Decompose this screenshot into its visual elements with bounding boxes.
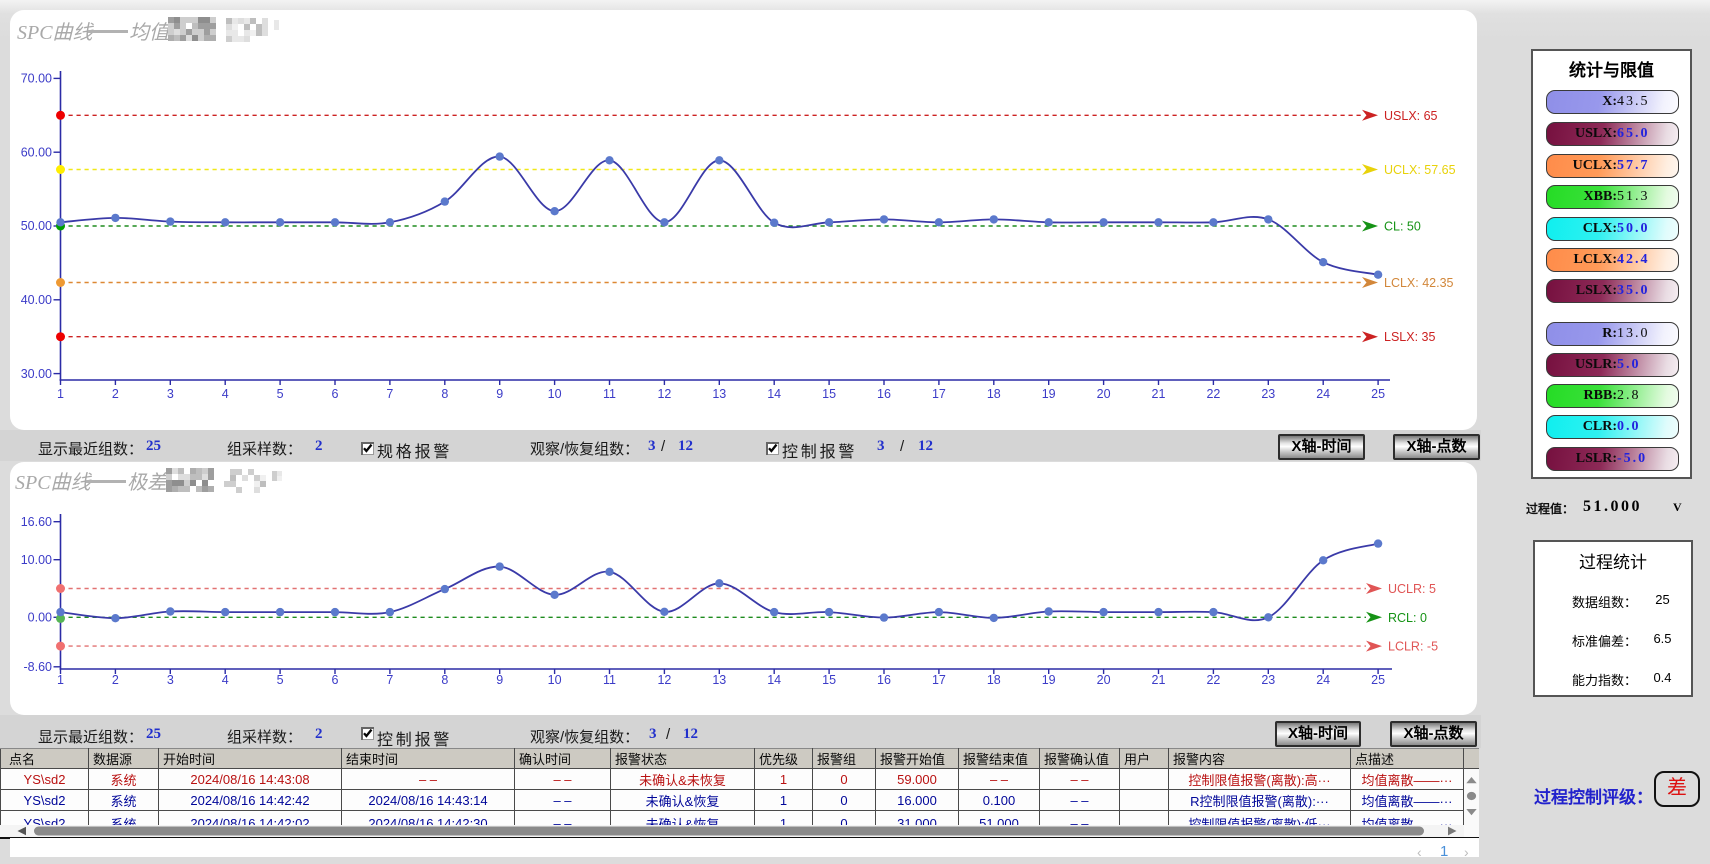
svg-text:15: 15 bbox=[822, 387, 836, 401]
svg-text:13: 13 bbox=[712, 673, 726, 687]
svg-text:11: 11 bbox=[603, 387, 616, 401]
svg-text:1: 1 bbox=[57, 387, 64, 401]
svg-text:18: 18 bbox=[987, 673, 1001, 687]
svg-text:9: 9 bbox=[496, 387, 503, 401]
svg-text:22: 22 bbox=[1206, 387, 1220, 401]
svg-text:UCLR: 5: UCLR: 5 bbox=[1388, 582, 1436, 596]
svg-text:9: 9 bbox=[496, 673, 503, 687]
svg-text:25: 25 bbox=[1371, 673, 1385, 687]
svg-text:8: 8 bbox=[441, 387, 448, 401]
svg-text:24: 24 bbox=[1316, 387, 1330, 401]
svg-text:7: 7 bbox=[386, 387, 393, 401]
svg-text:15: 15 bbox=[822, 673, 836, 687]
svg-text:16: 16 bbox=[877, 387, 891, 401]
svg-text:23: 23 bbox=[1261, 387, 1275, 401]
svg-text:30.00: 30.00 bbox=[21, 367, 52, 381]
svg-text:10: 10 bbox=[548, 673, 562, 687]
svg-text:12: 12 bbox=[657, 673, 671, 687]
svg-text:16: 16 bbox=[877, 673, 891, 687]
svg-text:UCLX: 57.65: UCLX: 57.65 bbox=[1384, 163, 1456, 177]
svg-text:40.00: 40.00 bbox=[21, 293, 52, 307]
svg-text:6: 6 bbox=[332, 387, 339, 401]
svg-text:4: 4 bbox=[222, 387, 229, 401]
svg-text:LCLX: 42.35: LCLX: 42.35 bbox=[1384, 276, 1454, 290]
svg-text:10.00: 10.00 bbox=[21, 553, 52, 567]
svg-text:LSLX: 35: LSLX: 35 bbox=[1384, 330, 1435, 344]
svg-text:13: 13 bbox=[712, 387, 726, 401]
svg-text:5: 5 bbox=[277, 387, 284, 401]
svg-text:RCL: 0: RCL: 0 bbox=[1388, 611, 1427, 625]
svg-text:-8.60: -8.60 bbox=[24, 660, 53, 674]
svg-text:21: 21 bbox=[1152, 387, 1166, 401]
svg-text:5: 5 bbox=[277, 673, 284, 687]
svg-text:10: 10 bbox=[548, 387, 562, 401]
svg-text:2: 2 bbox=[112, 387, 119, 401]
svg-text:3: 3 bbox=[167, 387, 174, 401]
svg-text:50.00: 50.00 bbox=[21, 219, 52, 233]
svg-text:24: 24 bbox=[1316, 673, 1330, 687]
svg-text:LCLR: -5: LCLR: -5 bbox=[1388, 640, 1438, 654]
svg-text:1: 1 bbox=[57, 673, 64, 687]
svg-text:3: 3 bbox=[167, 673, 174, 687]
svg-text:USLX: 65: USLX: 65 bbox=[1384, 109, 1438, 123]
svg-text:18: 18 bbox=[987, 387, 1001, 401]
svg-text:14: 14 bbox=[767, 387, 781, 401]
svg-text:6: 6 bbox=[332, 673, 339, 687]
svg-text:19: 19 bbox=[1042, 387, 1056, 401]
svg-text:20: 20 bbox=[1097, 387, 1111, 401]
svg-text:14: 14 bbox=[767, 673, 781, 687]
svg-text:21: 21 bbox=[1152, 673, 1166, 687]
svg-text:20: 20 bbox=[1097, 673, 1111, 687]
svg-text:12: 12 bbox=[657, 387, 671, 401]
svg-text:17: 17 bbox=[932, 673, 946, 687]
svg-text:23: 23 bbox=[1261, 673, 1275, 687]
svg-text:60.00: 60.00 bbox=[21, 145, 52, 159]
svg-text:16.60: 16.60 bbox=[21, 515, 52, 529]
svg-text:19: 19 bbox=[1042, 673, 1056, 687]
svg-text:CL: 50: CL: 50 bbox=[1384, 220, 1421, 234]
svg-text:0.00: 0.00 bbox=[28, 611, 52, 625]
svg-text:22: 22 bbox=[1206, 673, 1220, 687]
svg-text:25: 25 bbox=[1371, 387, 1385, 401]
svg-text:8: 8 bbox=[441, 673, 448, 687]
svg-text:17: 17 bbox=[932, 387, 946, 401]
svg-text:70.00: 70.00 bbox=[21, 72, 52, 86]
svg-text:2: 2 bbox=[112, 673, 119, 687]
svg-text:7: 7 bbox=[386, 673, 393, 687]
svg-text:4: 4 bbox=[222, 673, 229, 687]
svg-text:11: 11 bbox=[603, 673, 616, 687]
